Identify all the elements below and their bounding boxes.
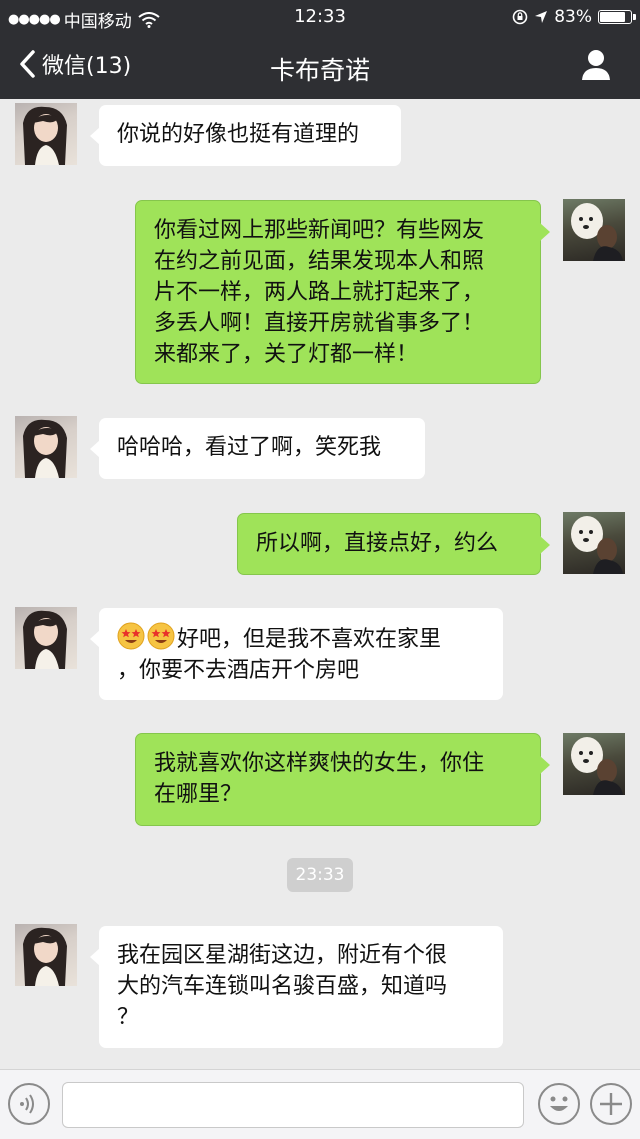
contact-avatar-image — [23, 927, 67, 986]
message-input[interactable] — [62, 1082, 524, 1128]
my-avatar-image — [571, 203, 623, 261]
message-text: 你说的好像也挺有道理的 — [117, 122, 360, 147]
status-right: 83% — [512, 7, 636, 27]
message-text: 哈哈哈，看过了啊，笑死我 — [117, 435, 382, 460]
incoming-message[interactable]: 我在园区星湖街这边，附近有个很 大的汽车连锁叫名骏百盛，知道吗 ？ — [90, 926, 503, 1048]
outgoing-message[interactable]: 你看过网上那些新闻吧？有些网友 在约之前见面，结果发现本人和照 片不一样，两人路… — [135, 200, 550, 384]
message-line: 来都来了，关了灯都一样！ — [154, 342, 419, 367]
battery-fill — [600, 12, 625, 22]
voice-icon — [20, 1094, 34, 1114]
profile-icon — [582, 50, 610, 80]
profile-button[interactable] — [580, 48, 612, 82]
star-struck-emoji-icon — [117, 622, 145, 650]
incoming-message[interactable]: 你说的好像也挺有道理的 — [90, 105, 401, 166]
emoji-icon — [550, 1096, 568, 1111]
emoji-button[interactable] — [538, 1083, 580, 1125]
status-bar: ●●●●● 中国移动 12:33 83% — [0, 0, 640, 34]
message-line: 我就喜欢你这样爽快的女生，你住 — [154, 751, 485, 776]
chat-header: 微信(13) 卡布奇诺 — [0, 34, 640, 99]
incoming-message[interactable]: 好吧，但是我不喜欢在家里 ，你要不去酒店开个房吧 — [90, 608, 503, 700]
message-line: 我在园区星湖街这边，附近有个很 — [117, 943, 448, 968]
my-avatar[interactable] — [563, 199, 625, 261]
my-avatar[interactable] — [563, 512, 625, 574]
plus-icon — [600, 1093, 622, 1115]
my-avatar-image — [571, 516, 623, 574]
message-line: 你看过网上那些新闻吧？有些网友 — [154, 218, 485, 243]
message-text: 好吧，但是我不喜欢在家里 — [177, 627, 442, 652]
star-struck-emoji-icon — [147, 622, 175, 650]
input-bar — [0, 1069, 640, 1139]
location-arrow-icon — [535, 11, 548, 23]
message-list[interactable]: 你说的好像也挺有道理的 你看过网上那些新闻吧？有些网友 在约之前见面，结果发现本… — [0, 99, 640, 1069]
message-line: 在哪里？ — [154, 782, 243, 807]
voice-button[interactable] — [8, 1083, 50, 1125]
contact-avatar-image — [23, 106, 67, 165]
outgoing-message[interactable]: 我就喜欢你这样爽快的女生，你住 在哪里？ — [135, 733, 550, 826]
message-line: 大的汽车连锁叫名骏百盛，知道吗 — [117, 974, 448, 999]
battery-percent: 83% — [554, 7, 592, 27]
incoming-message[interactable]: 哈哈哈，看过了啊，笑死我 — [90, 418, 425, 479]
contact-avatar[interactable] — [15, 416, 77, 478]
contact-avatar[interactable] — [15, 924, 77, 986]
battery-icon — [598, 10, 636, 24]
message-line: ，你要不去酒店开个房吧 — [117, 658, 360, 683]
contact-avatar[interactable] — [15, 103, 77, 165]
message-line: 片不一样，两人路上就打起来了， — [154, 280, 485, 305]
more-button[interactable] — [590, 1083, 632, 1125]
message-line: 在约之前见面，结果发现本人和照 — [154, 249, 485, 274]
lock-rotation-icon — [512, 9, 528, 25]
contact-avatar-image — [23, 419, 67, 478]
message-line: 好吧，但是我不喜欢在家里 — [117, 622, 485, 655]
outgoing-message[interactable]: 所以啊，直接点好，约么 — [237, 513, 550, 575]
my-avatar[interactable] — [563, 733, 625, 795]
message-line: ？ — [117, 1005, 140, 1030]
contact-avatar-image — [23, 610, 67, 669]
my-avatar-image — [571, 737, 623, 795]
message-text: 所以啊，直接点好，约么 — [256, 531, 499, 556]
chat-title: 卡布奇诺 — [269, 56, 370, 85]
message-line: 多丢人啊！直接开房就省事多了！ — [154, 311, 485, 336]
contact-avatar[interactable] — [15, 607, 77, 669]
timestamp-divider: 23:33 — [287, 858, 353, 892]
